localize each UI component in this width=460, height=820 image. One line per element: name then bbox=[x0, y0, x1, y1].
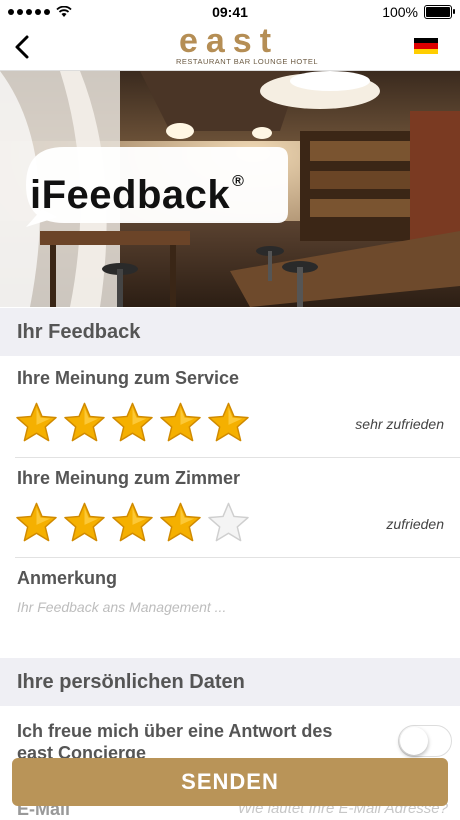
star-filled-icon[interactable] bbox=[207, 401, 250, 443]
service-star-rating[interactable] bbox=[15, 401, 250, 443]
star-filled-icon[interactable] bbox=[159, 501, 202, 543]
back-chevron-icon[interactable] bbox=[10, 32, 36, 62]
divider bbox=[15, 457, 460, 458]
logo-wordmark: east bbox=[178, 22, 280, 60]
ifeedback-logo: iFeedback ® bbox=[30, 173, 245, 217]
section-header-personal: Ihre persönlichen Daten bbox=[0, 658, 460, 706]
signal-strength-icon bbox=[8, 9, 50, 15]
room-rating-label: Ihre Meinung zum Zimmer bbox=[17, 468, 241, 488]
star-filled-icon[interactable] bbox=[111, 401, 154, 443]
star-filled-icon[interactable] bbox=[159, 401, 202, 443]
room-star-rating[interactable] bbox=[15, 501, 250, 543]
divider bbox=[15, 557, 460, 558]
service-rating-label: Ihre Meinung zum Service bbox=[17, 368, 240, 388]
note-label: Anmerkung bbox=[17, 568, 118, 588]
hero-image: iFeedback ® bbox=[0, 71, 460, 307]
send-button[interactable]: SENDEN bbox=[12, 758, 448, 806]
east-logo: east RESTAURANT BAR LOUNGE HOTEL bbox=[140, 22, 318, 68]
status-time: 09:41 bbox=[212, 4, 248, 20]
concierge-reply-toggle[interactable] bbox=[398, 725, 452, 757]
service-rating-text: sehr zufrieden bbox=[355, 416, 444, 432]
star-filled-icon[interactable] bbox=[111, 501, 154, 543]
battery-percent: 100% bbox=[382, 4, 418, 20]
section-header-feedback: Ihr Feedback bbox=[0, 308, 460, 356]
nav-bar: east RESTAURANT BAR LOUNGE HOTEL bbox=[0, 24, 460, 71]
wifi-icon bbox=[56, 6, 72, 17]
german-flag-icon[interactable] bbox=[414, 38, 438, 54]
battery-icon bbox=[424, 5, 455, 19]
room-rating-text: zufrieden bbox=[386, 516, 444, 532]
star-filled-icon[interactable] bbox=[63, 401, 106, 443]
note-input[interactable]: Ihr Feedback ans Management ... bbox=[17, 599, 226, 615]
star-filled-icon[interactable] bbox=[63, 501, 106, 543]
star-empty-icon[interactable] bbox=[207, 501, 250, 543]
logo-subtitle: RESTAURANT BAR LOUNGE HOTEL bbox=[176, 57, 318, 66]
status-bar: 09:41 100% bbox=[0, 0, 460, 24]
star-filled-icon[interactable] bbox=[15, 501, 58, 543]
star-filled-icon[interactable] bbox=[15, 401, 58, 443]
